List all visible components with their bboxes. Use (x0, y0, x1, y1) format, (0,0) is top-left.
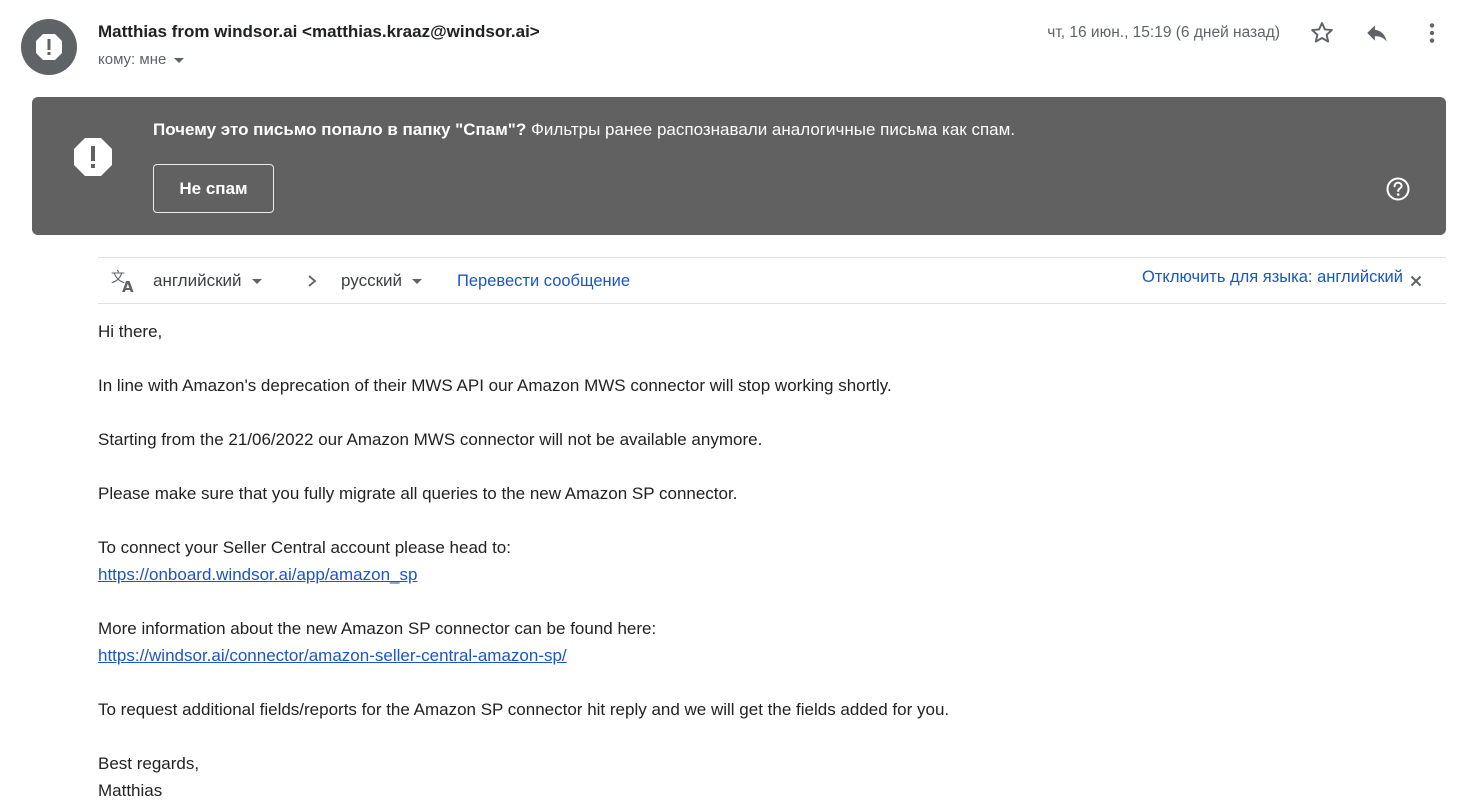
translate-message-link[interactable]: Перевести сообщение (457, 272, 630, 291)
body-paragraph: More information about the new Amazon SP… (98, 619, 657, 638)
spam-warning-banner: Почему это письмо попало в папку "Спам"?… (32, 97, 1446, 235)
spam-question: Почему это письмо попало в папку "Спам"? (153, 120, 527, 139)
signature: Matthias (98, 781, 163, 800)
chevron-down-icon (412, 278, 423, 284)
warning-icon (74, 138, 112, 176)
translate-bar: 文 A английский русский Перевести сообщен… (98, 257, 1446, 304)
body-paragraph: Please make sure that you fully migrate … (98, 484, 738, 503)
recipient-line[interactable]: кому: мне (98, 51, 185, 68)
disable-translation-link[interactable]: Отключить для языка: английский (1142, 268, 1403, 287)
message-body: Hi there, In line with Amazon's deprecat… (98, 318, 1398, 804)
not-spam-button[interactable]: Не спам (153, 164, 274, 213)
sender-name[interactable]: Matthias from windsor.ai (98, 22, 297, 41)
target-language-select[interactable]: русский (341, 271, 423, 291)
greeting: Hi there, (98, 322, 163, 341)
body-paragraph: In line with Amazon's deprecation of the… (98, 376, 892, 395)
onboard-link[interactable]: https://onboard.windsor.ai/app/amazon_sp (98, 565, 417, 584)
spam-reason-text: Почему это письмо попало в папку "Спам"?… (153, 120, 1015, 140)
chevron-down-icon (251, 278, 262, 284)
signoff: Best regards, (98, 754, 200, 773)
target-language-label: русский (341, 271, 403, 290)
warning-icon (36, 34, 62, 60)
translate-icon: 文 A (111, 270, 134, 294)
svg-text:A: A (122, 278, 134, 294)
help-icon[interactable] (1385, 176, 1411, 202)
body-paragraph: Starting from the 21/06/2022 our Amazon … (98, 430, 763, 449)
star-icon[interactable] (1307, 18, 1337, 48)
source-language-select[interactable]: английский (153, 271, 262, 291)
recipient-label: кому: мне (98, 51, 167, 68)
spam-explanation: Фильтры ранее распознавали аналогичные п… (526, 120, 1016, 139)
close-icon[interactable] (1408, 273, 1424, 289)
chevron-down-icon[interactable] (174, 58, 185, 63)
sender-avatar[interactable] (21, 19, 77, 75)
body-paragraph: To request additional fields/reports for… (98, 700, 950, 719)
chevron-right-icon (308, 275, 317, 287)
connector-info-link[interactable]: https://windsor.ai/connector/amazon-sell… (98, 646, 567, 665)
body-paragraph: To connect your Seller Central account p… (98, 538, 511, 557)
more-vert-icon[interactable] (1417, 18, 1447, 48)
reply-icon[interactable] (1362, 18, 1392, 48)
message-date: чт, 16 июн., 15:19 (6 дней назад) (1047, 24, 1280, 41)
sender-line: Matthias from windsor.ai <matthias.kraaz… (98, 22, 540, 42)
source-language-label: английский (153, 271, 242, 290)
sender-email: <matthias.kraaz@windsor.ai> (302, 22, 540, 41)
